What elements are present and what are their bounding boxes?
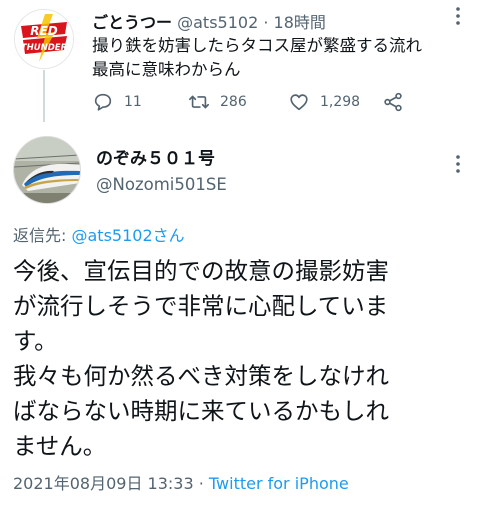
more-options-button[interactable] [446, 152, 470, 176]
tweet-header: ごとうつー @ats5102 · 18時間 [92, 9, 326, 33]
display-name[interactable]: のぞみ５０１号 [96, 144, 215, 169]
tweet-text-line: が流行しそうで非常に心配していま [13, 292, 389, 320]
red-thunder-logo-icon: RED THUNDER [15, 10, 73, 68]
train-photo-icon [14, 137, 80, 203]
tweet-source-link[interactable]: Twitter for iPhone [209, 474, 349, 493]
avatar-text-thunder: THUNDER [21, 43, 67, 53]
tweet-text-line: す。 [13, 327, 58, 355]
reply-icon [94, 93, 112, 111]
avatar[interactable] [13, 136, 81, 204]
display-name[interactable]: ごとうつー [92, 13, 172, 32]
reply-to-label: 返信先: [13, 226, 67, 245]
tweet-text: 撮り鉄を妨害したらタコス屋が繁盛する流れ 最高に意味わからん [92, 34, 468, 82]
avatar-text-red: RED [30, 24, 57, 38]
tweet-metadata: 2021年08月09日 13:33 · Twitter for iPhone [13, 470, 349, 494]
like-icon [290, 94, 308, 111]
like-count: 1,298 [320, 94, 361, 110]
reply-count: 11 [124, 94, 142, 110]
more-options-button[interactable] [446, 4, 470, 28]
separator: · [198, 474, 204, 493]
reply-to-line: 返信先: @ats5102さん [13, 222, 185, 246]
tweet-text-line: 最高に意味わからん [92, 60, 241, 79]
timestamp[interactable]: 18時間 [274, 13, 326, 32]
action-bar: 11 286 1,298 [92, 90, 422, 114]
handle[interactable]: @Nozomi501SE [96, 175, 227, 194]
retweet-button[interactable]: 286 [188, 90, 247, 114]
tweet-text-line: ばならない時期に来ているかもしれ [13, 397, 389, 425]
main-tweet-text: 今後、宣伝目的での故意の撮影妨害 が流行しそうで非常に心配していま す。 我々も… [13, 254, 475, 464]
handle[interactable]: @ats5102 [177, 13, 258, 32]
like-button[interactable]: 1,298 [288, 90, 360, 114]
retweet-count: 286 [220, 94, 247, 110]
reply-button[interactable]: 11 [92, 90, 142, 114]
retweet-icon [189, 95, 209, 109]
tweet-text-line: ません。 [13, 432, 107, 460]
first-tweet: RED THUNDER ごとうつー @ats5102 · 18時間 撮り鉄を妨害… [0, 0, 480, 126]
tweet-text-line: 撮り鉄を妨害したらタコス屋が繁盛する流れ [92, 36, 422, 55]
share-icon [384, 92, 402, 112]
tweet-date[interactable]: 2021年08月09日 13:33 [13, 474, 194, 493]
thread-line [43, 70, 45, 122]
avatar[interactable]: RED THUNDER [14, 9, 74, 69]
separator: · [263, 13, 269, 32]
more-icon [456, 7, 460, 25]
main-tweet-header: のぞみ５０１号 @Nozomi501SE [0, 128, 480, 218]
tweet-text-line: 今後、宣伝目的での故意の撮影妨害 [13, 257, 389, 285]
share-button[interactable] [382, 90, 414, 114]
more-icon [456, 155, 460, 173]
reply-to-user-link[interactable]: @ats5102さん [72, 226, 185, 245]
tweet-text-line: 我々も何か然るべき対策をしなけれ [13, 362, 389, 390]
